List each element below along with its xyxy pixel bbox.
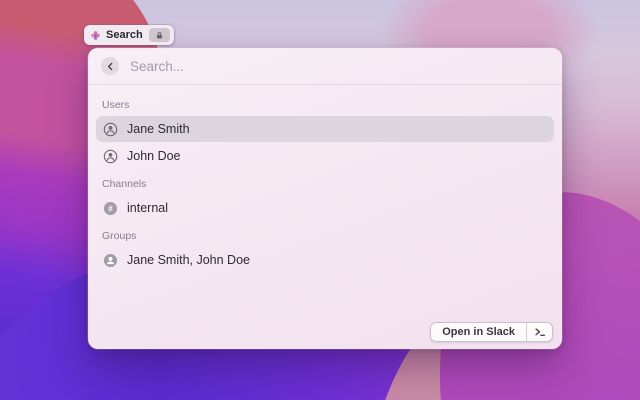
open-in-slack-label: Open in Slack bbox=[431, 323, 527, 341]
back-button[interactable] bbox=[101, 57, 119, 75]
svg-text:#: # bbox=[108, 204, 113, 213]
section-title: Channels bbox=[102, 178, 147, 190]
person-circle-icon bbox=[103, 122, 118, 137]
terminal-icon bbox=[527, 323, 552, 341]
list-item[interactable]: Jane Smith, John Doe bbox=[96, 247, 554, 273]
search-panel: Users Jane Smith John Doe Channels # internal… bbox=[88, 48, 562, 349]
search-launcher-label: Search bbox=[106, 29, 143, 41]
flower-app-icon bbox=[91, 30, 100, 40]
lock-badge bbox=[148, 28, 170, 42]
chevron-left-icon bbox=[106, 62, 115, 71]
hash-circle-icon: # bbox=[103, 201, 118, 216]
list-item[interactable]: # internal bbox=[96, 195, 554, 221]
search-input[interactable] bbox=[130, 58, 549, 74]
lock-icon bbox=[155, 31, 164, 40]
section-title: Users bbox=[102, 99, 130, 111]
open-in-slack-button[interactable]: Open in Slack bbox=[430, 322, 553, 342]
list-item[interactable]: John Doe bbox=[96, 143, 554, 169]
list-item-label: Jane Smith, John Doe bbox=[127, 253, 250, 267]
group-circle-icon bbox=[103, 253, 118, 268]
list-item[interactable]: Jane Smith bbox=[96, 116, 554, 142]
search-bar bbox=[88, 48, 562, 85]
results-list: Users Jane Smith John Doe Channels # internal… bbox=[88, 85, 562, 273]
list-item-label: internal bbox=[127, 201, 168, 215]
list-item-label: Jane Smith bbox=[127, 122, 190, 136]
panel-footer: Open in Slack bbox=[430, 322, 553, 342]
search-launcher-pill[interactable]: Search bbox=[84, 25, 174, 45]
person-circle-icon bbox=[103, 149, 118, 164]
section-title: Groups bbox=[102, 230, 137, 242]
list-item-label: John Doe bbox=[127, 149, 181, 163]
